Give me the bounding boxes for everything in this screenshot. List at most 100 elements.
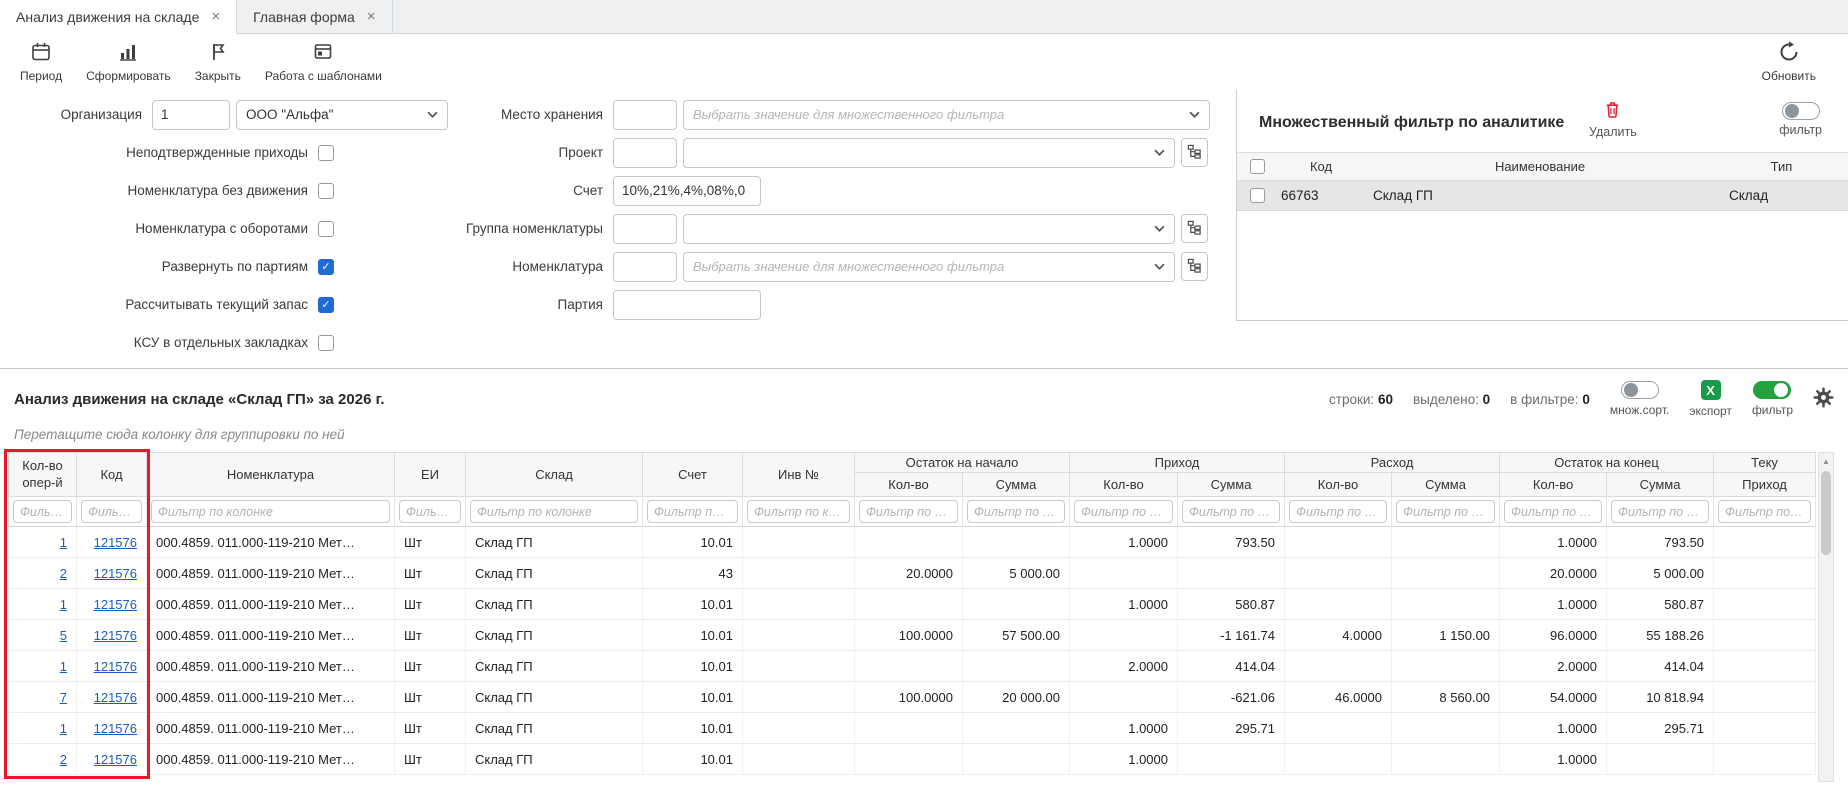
col-ops[interactable]: Кол-во опер-й (9, 453, 77, 497)
export-button[interactable]: X экспорт (1689, 380, 1732, 418)
close-icon[interactable]: × (211, 9, 220, 24)
scroll-up-icon[interactable]: ▲ (1819, 453, 1833, 469)
batch-input[interactable] (613, 290, 761, 320)
close-form-button[interactable]: Закрыть (183, 37, 253, 87)
project-code-input[interactable] (613, 138, 677, 168)
organization-select[interactable]: ООО "Альфа" (236, 100, 448, 130)
project-select[interactable] (683, 138, 1175, 168)
filter-input-income-qty[interactable] (1074, 500, 1173, 523)
code-link[interactable]: 121576 (94, 721, 137, 736)
table-row[interactable]: 7 121576 000.4859. 011.000-119-210 Мет… … (9, 682, 1816, 713)
filter-input-schet[interactable] (647, 500, 738, 523)
refresh-button[interactable]: Обновить (1750, 37, 1828, 87)
table-row[interactable]: 1 121576 000.4859. 011.000-119-210 Мет… … (9, 589, 1816, 620)
excel-export-icon[interactable]: X (1701, 380, 1721, 400)
toggle-off[interactable] (1782, 102, 1820, 120)
row-checkbox[interactable] (1250, 188, 1265, 203)
col-outcome-sum[interactable]: Сумма (1392, 473, 1500, 497)
table-row[interactable]: 1 121576 000.4859. 011.000-119-210 Мет… … (9, 527, 1816, 558)
ops-link[interactable]: 1 (60, 721, 67, 736)
filter-input-inv[interactable] (747, 500, 850, 523)
ops-link[interactable]: 1 (60, 597, 67, 612)
nomenclature-code-input[interactable] (613, 252, 677, 282)
toggle-on[interactable] (1753, 381, 1791, 399)
account-input[interactable] (613, 176, 761, 206)
ops-link[interactable]: 5 (60, 628, 67, 643)
col-schet[interactable]: Счет (643, 453, 743, 497)
unconfirmed-receipts-checkbox[interactable] (318, 145, 334, 161)
col-end-qty[interactable]: Кол-во (1500, 473, 1607, 497)
close-icon[interactable]: × (367, 9, 376, 24)
tab-main-form[interactable]: Главная форма × (237, 0, 392, 33)
nomen-group-code-input[interactable] (613, 214, 677, 244)
ksu-tabs-checkbox[interactable] (318, 335, 334, 351)
panel-filter-toggle[interactable]: фильтр (1779, 102, 1822, 137)
table-row[interactable]: 2 121576 000.4859. 011.000-119-210 Мет… … (9, 558, 1816, 589)
nomen-group-select[interactable] (683, 214, 1175, 244)
table-row[interactable]: 5 121576 000.4859. 011.000-119-210 Мет… … (9, 620, 1816, 651)
expand-batches-checkbox[interactable]: ✓ (318, 259, 334, 275)
scrollbar-thumb[interactable] (1821, 471, 1831, 555)
table-row[interactable]: 1 121576 000.4859. 011.000-119-210 Мет… … (9, 651, 1816, 682)
with-turnover-checkbox[interactable] (318, 221, 334, 237)
code-link[interactable]: 121576 (94, 566, 137, 581)
table-row[interactable]: 1 121576 000.4859. 011.000-119-210 Мет… … (9, 713, 1816, 744)
filter-input-begin-sum[interactable] (967, 500, 1065, 523)
storage-code-input[interactable] (613, 100, 677, 130)
project-tree-button[interactable] (1181, 138, 1208, 167)
analytics-row[interactable]: 66763 Склад ГП Склад (1237, 181, 1848, 211)
col-unit[interactable]: ЕИ (395, 453, 466, 497)
storage-multiselect[interactable]: Выбрать значение для множественного филь… (683, 100, 1210, 130)
filter-input-ops[interactable] (13, 500, 72, 523)
filter-input-outcome-qty[interactable] (1289, 500, 1387, 523)
ops-link[interactable]: 2 (60, 566, 67, 581)
col-end-sum[interactable]: Сумма (1607, 473, 1714, 497)
filter-input-end-qty[interactable] (1504, 500, 1602, 523)
code-link[interactable]: 121576 (94, 659, 137, 674)
col-code[interactable]: Код (77, 453, 147, 497)
col-nomen[interactable]: Номенклатура (147, 453, 395, 497)
col-name[interactable]: Наименование (1365, 159, 1715, 174)
current-stock-checkbox[interactable]: ✓ (318, 297, 334, 313)
nomenclature-tree-button[interactable] (1181, 252, 1208, 281)
code-link[interactable]: 121576 (94, 597, 137, 612)
filter-input-unit[interactable] (399, 500, 461, 523)
generate-button[interactable]: Сформировать (74, 37, 183, 87)
col-code[interactable]: Код (1277, 159, 1365, 174)
grid-filter-toggle[interactable]: фильтр (1752, 381, 1793, 417)
col-begin-sum[interactable]: Сумма (963, 473, 1070, 497)
col-type[interactable]: Тип (1715, 159, 1848, 174)
ops-link[interactable]: 7 (60, 690, 67, 705)
col-current-income[interactable]: Приход (1714, 473, 1816, 497)
code-link[interactable]: 121576 (94, 752, 137, 767)
period-button[interactable]: Период (8, 37, 74, 87)
col-outcome-qty[interactable]: Кол-во (1285, 473, 1392, 497)
toggle-off[interactable] (1621, 381, 1659, 399)
settings-button[interactable] (1813, 387, 1834, 411)
filter-input-nomen[interactable] (151, 500, 390, 523)
vertical-scrollbar[interactable]: ▲ (1818, 452, 1834, 782)
select-all-checkbox[interactable] (1250, 159, 1265, 174)
no-movement-checkbox[interactable] (318, 183, 334, 199)
organization-code-input[interactable] (152, 100, 230, 130)
ops-link[interactable]: 2 (60, 752, 67, 767)
col-income-sum[interactable]: Сумма (1178, 473, 1285, 497)
delete-button[interactable]: Удалить (1589, 100, 1637, 139)
ops-link[interactable]: 1 (60, 659, 67, 674)
filter-input-current[interactable] (1718, 500, 1811, 523)
ops-link[interactable]: 1 (60, 535, 67, 550)
filter-input-code[interactable] (81, 500, 142, 523)
nomenclature-multiselect[interactable]: Выбрать значение для множественного филь… (683, 252, 1175, 282)
code-link[interactable]: 121576 (94, 628, 137, 643)
code-link[interactable]: 121576 (94, 690, 137, 705)
nomen-group-tree-button[interactable] (1181, 214, 1208, 243)
col-sklad[interactable]: Склад (466, 453, 643, 497)
templates-button[interactable]: Работа с шаблонами (253, 37, 394, 87)
filter-input-outcome-sum[interactable] (1396, 500, 1495, 523)
col-begin-qty[interactable]: Кол-во (855, 473, 963, 497)
filter-input-income-sum[interactable] (1182, 500, 1280, 523)
filter-input-begin-qty[interactable] (859, 500, 958, 523)
tab-warehouse-analysis[interactable]: Анализ движения на складе × (0, 0, 237, 34)
col-income-qty[interactable]: Кол-во (1070, 473, 1178, 497)
code-link[interactable]: 121576 (94, 535, 137, 550)
